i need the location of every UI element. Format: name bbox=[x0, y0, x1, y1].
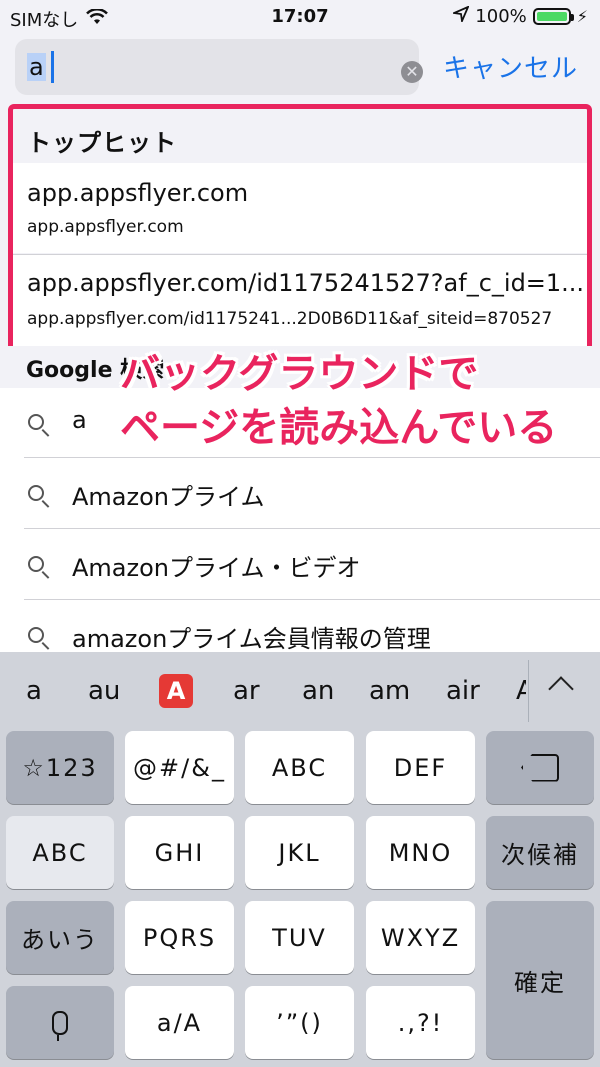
backspace-icon bbox=[521, 753, 559, 782]
charging-icon: ⚡ bbox=[576, 7, 588, 26]
key-symbols[interactable]: @#/&_ bbox=[125, 731, 234, 804]
prediction-item[interactable]: au bbox=[88, 676, 120, 706]
suggestion-text: amazonプライム会員情報の管理 bbox=[72, 625, 431, 653]
status-bar: SIMなし 17:07 100% ⚡ bbox=[0, 0, 600, 34]
key-def[interactable]: DEF bbox=[366, 731, 475, 804]
battery-icon bbox=[532, 8, 574, 25]
key-ghi[interactable]: GHI bbox=[125, 816, 234, 889]
top-hit-title: app.appsflyer.com/id1175241527?af_c_id=1… bbox=[27, 269, 585, 297]
key-tuv[interactable]: TUV bbox=[245, 901, 354, 974]
prediction-item[interactable]: an bbox=[302, 676, 334, 706]
annotation-line-2: ページを読み込んでいる bbox=[120, 405, 558, 451]
suggestion-item[interactable]: Amazonプライム bbox=[0, 459, 600, 529]
top-hits-panel: トップヒット app.appsflyer.com app.appsflyer.c… bbox=[8, 104, 592, 355]
prediction-bar: a au A ar an am air A bbox=[0, 652, 600, 730]
key-wxyz[interactable]: WXYZ bbox=[366, 901, 475, 974]
search-input-value: a bbox=[27, 53, 46, 81]
prediction-item[interactable]: air bbox=[446, 676, 480, 706]
search-icon bbox=[28, 556, 44, 572]
text-caret bbox=[51, 51, 54, 83]
key-mno[interactable]: MNO bbox=[366, 816, 475, 889]
suggestion-text: Amazonプライム・ビデオ bbox=[72, 554, 361, 582]
key-abc[interactable]: ABC bbox=[245, 731, 354, 804]
annotation-caption: バックグラウンドで ページを読み込んでいる bbox=[120, 347, 557, 455]
search-bar: a ✕ キャンセル bbox=[0, 34, 600, 102]
key-abc-mode[interactable]: ABC bbox=[6, 816, 114, 889]
key-jkl[interactable]: JKL bbox=[245, 816, 354, 889]
top-hit-item[interactable]: app.appsflyer.com app.appsflyer.com bbox=[13, 163, 587, 253]
keyboard: a au A ar an am air A ☆123 @#/&_ ABC DEF… bbox=[0, 652, 600, 1067]
key-punctuation[interactable]: .,?! bbox=[366, 986, 475, 1059]
chevron-up-icon[interactable] bbox=[548, 676, 574, 702]
location-icon bbox=[450, 5, 471, 27]
top-hit-item[interactable]: app.appsflyer.com/id1175241527?af_c_id=1… bbox=[13, 254, 587, 347]
top-hit-url: app.appsflyer.com/id1175241...2D0B6D11&a… bbox=[27, 309, 553, 329]
key-123[interactable]: ☆123 bbox=[6, 731, 114, 804]
suggestion-item[interactable]: Amazonプライム・ビデオ bbox=[0, 530, 600, 600]
microphone-icon bbox=[52, 1010, 68, 1041]
search-input[interactable]: a ✕ bbox=[15, 39, 423, 95]
confirm-key[interactable]: 確定 bbox=[486, 901, 594, 1059]
search-icon bbox=[28, 627, 44, 643]
prediction-item[interactable]: A bbox=[516, 676, 526, 706]
search-icon bbox=[28, 485, 44, 501]
prediction-item[interactable]: a bbox=[26, 676, 42, 706]
top-hit-url: app.appsflyer.com bbox=[27, 217, 184, 237]
key-pqrs[interactable]: PQRS bbox=[125, 901, 234, 974]
suggestion-text: Amazonプライム bbox=[72, 483, 265, 511]
key-quotes[interactable]: ’”() bbox=[245, 986, 354, 1059]
clear-icon[interactable]: ✕ bbox=[401, 61, 423, 83]
prediction-item[interactable]: ar bbox=[233, 676, 260, 706]
top-hits-header: トップヒット bbox=[27, 129, 177, 157]
search-icon bbox=[28, 414, 44, 430]
microphone-key[interactable] bbox=[6, 986, 114, 1059]
annotation-line-1: バックグラウンドで bbox=[120, 351, 479, 397]
battery-percent: 100% bbox=[475, 6, 527, 27]
suggestion-text: a bbox=[72, 406, 87, 434]
next-candidate-key[interactable]: 次候補 bbox=[486, 816, 594, 889]
top-hit-title: app.appsflyer.com bbox=[27, 179, 249, 207]
emoji-a-icon[interactable]: A bbox=[159, 674, 193, 708]
key-kana[interactable]: あいう bbox=[6, 901, 114, 974]
prediction-item[interactable]: am bbox=[369, 676, 410, 706]
cancel-button[interactable]: キャンセル bbox=[443, 48, 578, 85]
backspace-key[interactable] bbox=[486, 731, 594, 804]
key-case[interactable]: a/A bbox=[125, 986, 234, 1059]
